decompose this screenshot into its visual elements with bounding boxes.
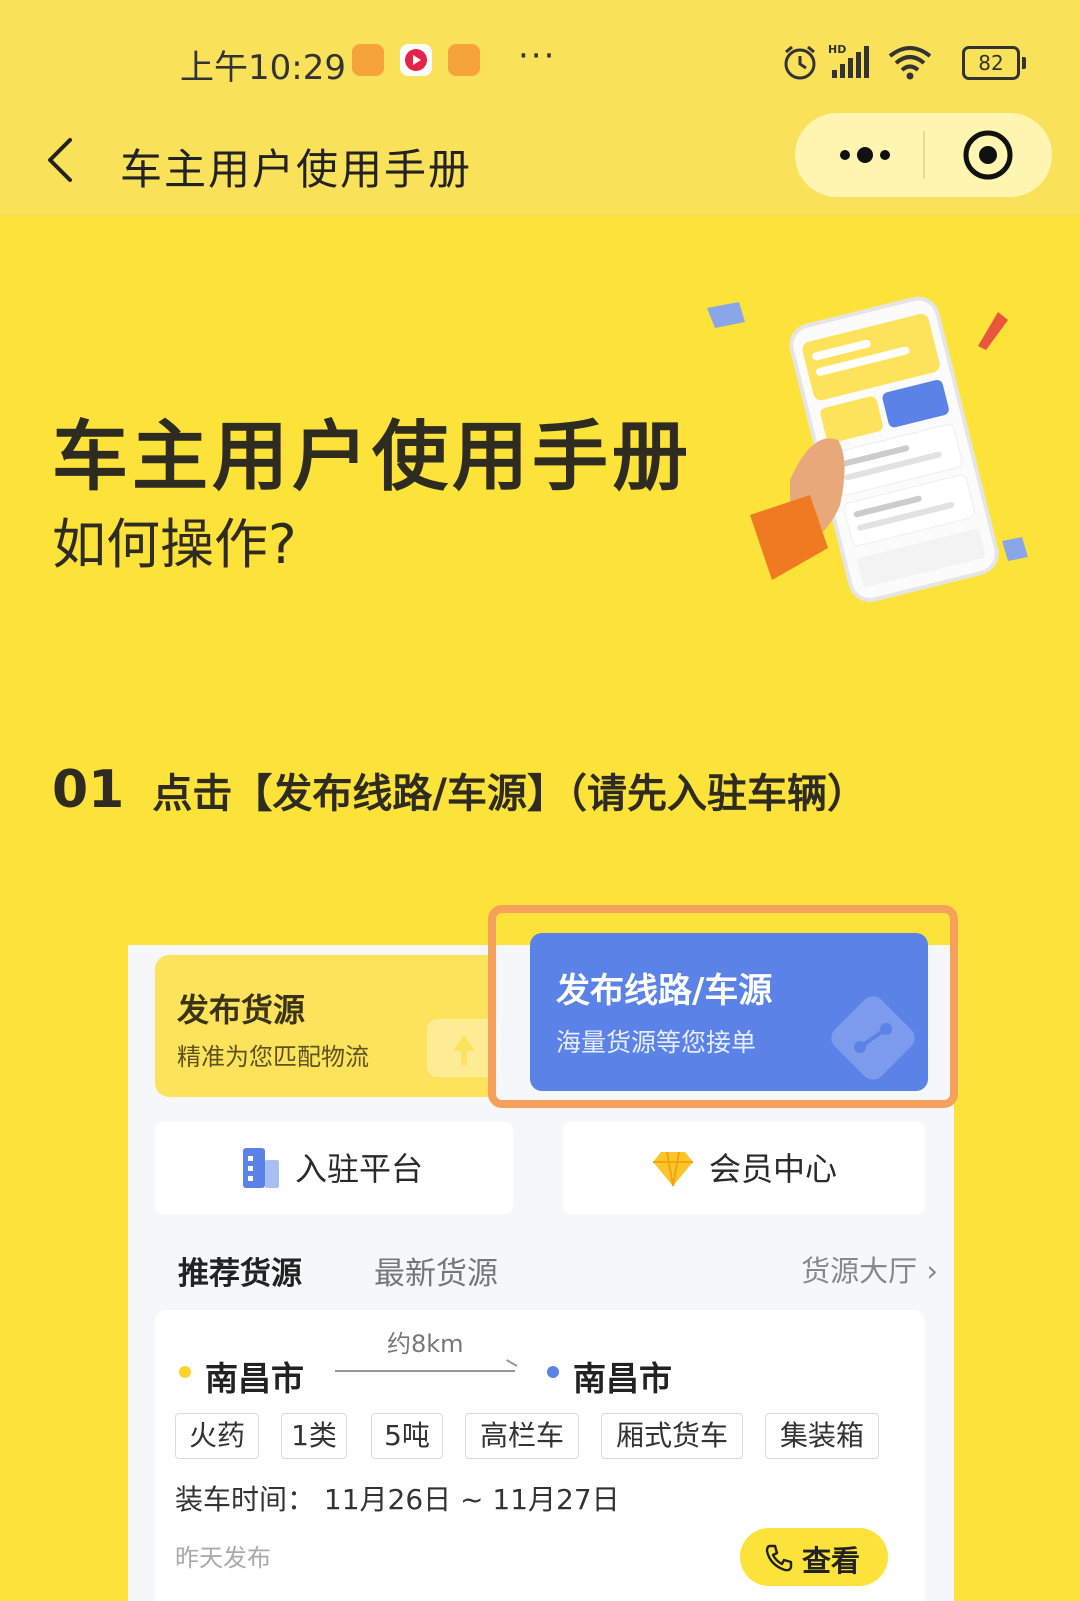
more-notifications-icon: ···: [518, 36, 557, 76]
notification-app-icon: [448, 44, 480, 76]
hero-title: 车主用户使用手册: [52, 412, 692, 501]
status-time: 上午10:29: [180, 48, 346, 88]
view-button[interactable]: 查看: [740, 1528, 888, 1586]
wifi-icon: [888, 46, 932, 80]
publish-goods-title: 发布货源: [177, 991, 306, 1029]
notification-app-icon: [352, 44, 384, 76]
notification-app-icon: [400, 44, 432, 76]
tab-recommended-label: 推荐货源: [178, 1256, 302, 1292]
tab-latest[interactable]: 最新货源: [374, 1248, 498, 1293]
goods-tabs: 推荐货源 最新货源 货源大厅 ›: [178, 1248, 938, 1298]
route-arrow: [335, 1370, 515, 1372]
phone-icon: [765, 1544, 793, 1572]
step-text: 点击【发布线路/车源】（请先入驻车辆）: [152, 771, 867, 817]
status-bar: 上午10:29 ··· HD 82: [0, 0, 1080, 110]
cargo-tag: 1类: [281, 1413, 347, 1459]
posted-time: 昨天发布: [175, 1544, 271, 1572]
building-icon: [243, 1148, 279, 1188]
publish-goods-button[interactable]: 发布货源 精准为您匹配物流: [155, 955, 501, 1097]
battery-indicator: 82: [962, 46, 1026, 80]
cargo-tag: 火药: [175, 1413, 259, 1459]
route-distance: 约8km: [387, 1330, 464, 1358]
highlight-frame: [488, 905, 958, 1108]
tab-recommended[interactable]: 推荐货源: [178, 1248, 302, 1296]
cargo-tag: 集装箱: [765, 1413, 879, 1459]
member-center-label: 会员中心: [709, 1150, 838, 1188]
diamond-icon: [653, 1151, 693, 1187]
navigation-bar: 车主用户使用手册: [0, 110, 1080, 215]
join-platform-label: 入驻平台: [295, 1150, 424, 1188]
load-time: 装车时间： 11月26日 ~ 11月27日: [175, 1483, 620, 1516]
alarm-icon: [784, 45, 816, 80]
hand-holding-phone-illustration: [750, 296, 999, 602]
join-platform-button[interactable]: 入驻平台: [155, 1122, 513, 1214]
capsule-divider: [923, 131, 925, 179]
more-options-icon[interactable]: [817, 131, 913, 179]
member-center-button[interactable]: 会员中心: [563, 1122, 925, 1214]
back-arrow-icon[interactable]: [40, 132, 80, 188]
step-number: 01: [52, 760, 125, 820]
destination-dot: [547, 1366, 559, 1378]
cargo-tag: 厢式货车: [601, 1413, 743, 1459]
goods-hall-link[interactable]: 货源大厅 ›: [801, 1248, 938, 1290]
view-button-label: 查看: [802, 1544, 861, 1578]
origin-dot: [179, 1366, 191, 1378]
destination-city: 南昌市: [573, 1359, 672, 1398]
cellular-signal-icon: HD: [828, 43, 869, 78]
page-title: 车主用户使用手册: [120, 145, 473, 194]
step-instruction: 01 点击【发布线路/车源】（请先入驻车辆）: [52, 760, 867, 820]
publish-goods-subtitle: 精准为您匹配物流: [177, 1043, 369, 1071]
cargo-tag: 高栏车: [465, 1413, 579, 1459]
miniprogram-capsule: [795, 113, 1052, 197]
close-miniprogram-icon[interactable]: [961, 128, 1015, 182]
goods-listing-card[interactable]: 南昌市 约8km 南昌市 火药 1类 5吨 高栏车 厢式货车 集装箱 装车时间：…: [155, 1310, 925, 1601]
hero-subtitle: 如何操作?: [52, 513, 297, 576]
cargo-tag: 5吨: [371, 1413, 443, 1459]
svg-text:HD: HD: [828, 43, 846, 56]
origin-city: 南昌市: [205, 1359, 304, 1398]
